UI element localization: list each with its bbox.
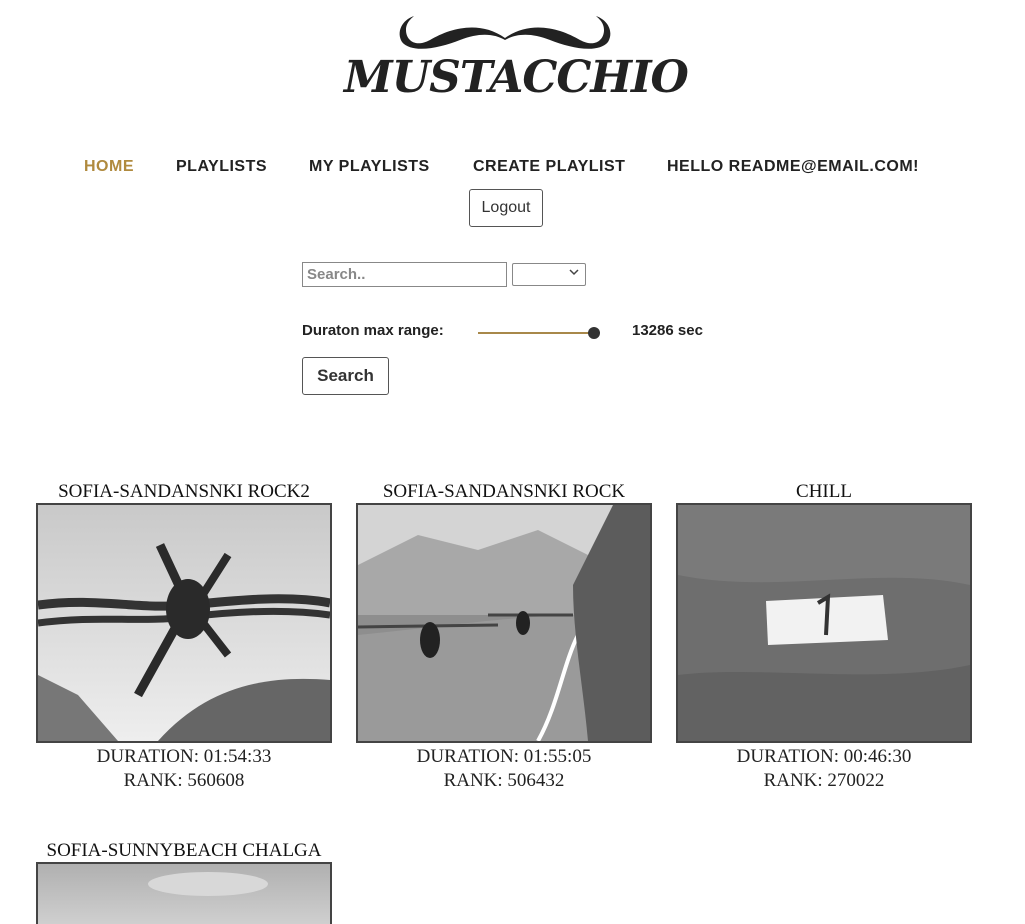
sky-photo	[38, 864, 330, 924]
chevron-down-icon	[569, 269, 579, 276]
nav-create-playlist[interactable]: CREATE PLAYLIST	[473, 158, 625, 176]
playlist-rank: RANK: 270022	[763, 770, 885, 791]
playlist-duration: DURATION: 01:55:05	[416, 746, 592, 767]
logo[interactable]: MUSTACCHIO	[340, 10, 689, 110]
nav-home[interactable]: HOME	[84, 158, 134, 176]
playlist-card[interactable]: CHILL DURATION: 00:46:30 RANK: 270022	[676, 481, 972, 793]
nav-playlists[interactable]: PLAYLISTS	[176, 158, 267, 176]
barbed-wire-photo	[38, 505, 330, 741]
slider-track	[478, 332, 594, 334]
logo-text: MUSTACCHIO	[344, 52, 689, 103]
logout-button[interactable]: Logout	[469, 189, 543, 227]
playlist-duration: DURATION: 00:46:30	[736, 746, 912, 767]
motorcycle-road-photo	[358, 505, 650, 741]
main-nav: HOME PLAYLISTS MY PLAYLISTS CREATE PLAYL…	[0, 158, 1025, 180]
duration-label: Duraton max range:	[302, 322, 444, 339]
nav-user-greeting[interactable]: HELLO README@EMAIL.COM!	[667, 158, 919, 176]
search-button[interactable]: Search	[302, 357, 389, 395]
playlist-card[interactable]: SOFIA-SANDANSNKI ROCK2 DURATION: 01:54:3…	[36, 481, 332, 793]
playlist-image[interactable]	[36, 503, 332, 743]
playlist-rank: RANK: 560608	[123, 770, 245, 791]
playlist-image[interactable]	[356, 503, 652, 743]
rock-number-one-photo	[678, 505, 970, 741]
playlist-rank: RANK: 506432	[443, 770, 565, 791]
search-input[interactable]	[302, 262, 507, 287]
playlist-title[interactable]: CHILL	[676, 481, 972, 503]
playlist-duration: DURATION: 01:54:33	[96, 746, 272, 767]
nav-my-playlists[interactable]: MY PLAYLISTS	[309, 158, 430, 176]
playlist-card[interactable]: SOFIA-SUNNYBEACH CHALGA	[36, 840, 332, 924]
slider-thumb[interactable]	[588, 327, 600, 339]
duration-slider[interactable]	[478, 326, 608, 342]
playlist-card[interactable]: SOFIA-SANDANSNKI ROCK DURATION: 01:55:05…	[356, 481, 652, 793]
playlist-image[interactable]	[36, 862, 332, 924]
playlist-image[interactable]	[676, 503, 972, 743]
duration-value: 13286 sec	[632, 322, 703, 339]
playlist-title[interactable]: SOFIA-SANDANSNKI ROCK2	[36, 481, 332, 503]
filter-select[interactable]	[512, 263, 586, 286]
playlist-title[interactable]: SOFIA-SUNNYBEACH CHALGA	[36, 840, 332, 862]
playlist-title[interactable]: SOFIA-SANDANSNKI ROCK	[356, 481, 652, 503]
